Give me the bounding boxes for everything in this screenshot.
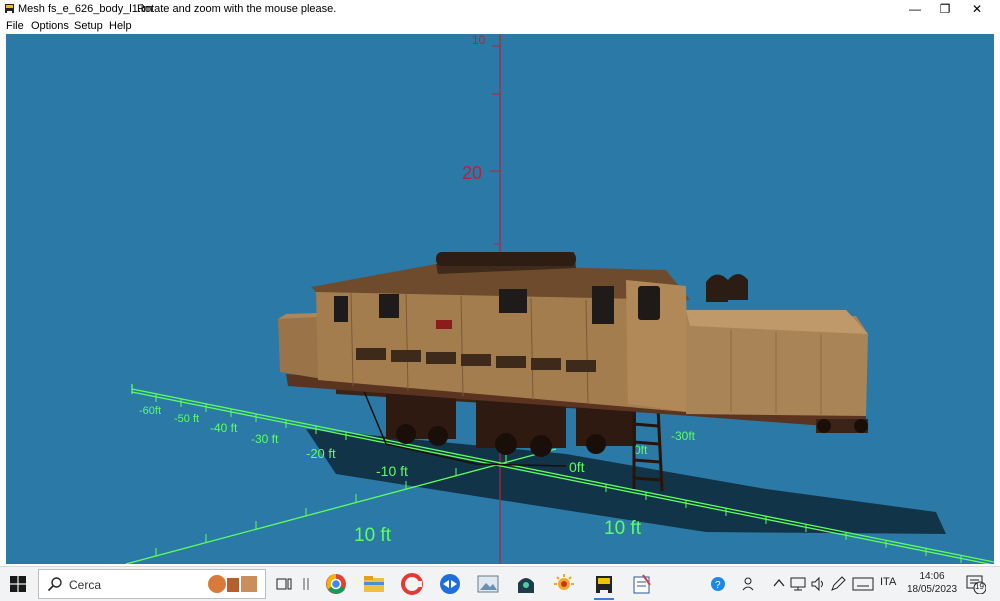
notifications-count: 19 (975, 582, 984, 591)
train-app-taskbar-icon[interactable] (590, 570, 618, 600)
clock-date: 18/05/2023 (906, 584, 958, 595)
close-button[interactable]: ✕ (960, 0, 994, 18)
search-highlight-icon (208, 575, 257, 593)
search-icon (47, 577, 62, 592)
search-placeholder: Cerca (69, 578, 102, 592)
vertical-axis-label-20: 20 (462, 163, 482, 183)
mesh-scene: 20 10 -60ft -50 ft -40 ft -30 ft -20 ft … (125, 34, 994, 564)
chevron-up-icon[interactable] (773, 578, 785, 588)
menu-setup[interactable]: Setup (74, 20, 103, 32)
pen-icon[interactable] (830, 576, 846, 592)
volume-icon[interactable] (810, 576, 826, 592)
ruler-label-right-minus30: -30ft (671, 429, 696, 443)
taskbar-search-box[interactable]: Cerca (38, 569, 266, 599)
viewer-app-icon[interactable] (512, 570, 540, 598)
ruler-big-label-left: 10 ft (354, 525, 392, 546)
notifications-button[interactable]: 19 (966, 574, 987, 595)
clock-time: 14:06 (919, 571, 945, 582)
network-icon[interactable] (790, 576, 806, 592)
help-icon[interactable]: ? (710, 576, 726, 592)
taskbar: Cerca ? ITA 14:06 18/05/2023 19 (0, 566, 1000, 601)
window-hint: Rotate and zoom with the mouse please. (137, 3, 337, 15)
file-explorer-icon[interactable] (360, 570, 388, 598)
menu-help[interactable]: Help (109, 20, 132, 32)
remote-app-icon[interactable] (436, 570, 464, 598)
ruler-label-zero: 0ft (569, 459, 585, 475)
title-bar: Mesh fs_e_626_body_l1.im Rotate and zoom… (0, 0, 1000, 18)
ruler-big-label-right: 10 ft (604, 518, 642, 539)
svg-text:?: ? (715, 580, 721, 591)
chrome-icon[interactable] (322, 570, 350, 598)
magnifier-app-icon[interactable] (550, 570, 578, 598)
language-indicator[interactable]: ITA (880, 576, 896, 588)
window-title: Mesh fs_e_626_body_l1.im (18, 3, 153, 15)
mesh-viewport[interactable]: 20 10 -60ft -50 ft -40 ft -30 ft -20 ft … (6, 34, 994, 564)
ruler-label-minus10: -10 ft (376, 463, 408, 479)
ruler-label-minus50: -50 ft (174, 413, 199, 425)
ruler-label-minus60: -60ft (139, 405, 161, 417)
vertical-axis-label-10: 10 (472, 34, 486, 47)
menu-bar: File Options Setup Help (0, 18, 1000, 34)
train-app-icon (5, 4, 14, 13)
ruler-label-right-zero: 0ft (634, 443, 648, 457)
ccleaner-icon[interactable] (398, 570, 426, 598)
menu-file[interactable]: File (6, 20, 24, 32)
clock[interactable]: 14:06 18/05/2023 (904, 570, 960, 596)
photos-app-icon[interactable] (474, 570, 502, 598)
minimize-button[interactable]: — (898, 0, 932, 18)
ruler-label-minus30: -30 ft (251, 432, 279, 446)
ruler-label-minus40: -40 ft (210, 421, 238, 435)
ruler-label-minus20: -20 ft (306, 446, 336, 461)
notepad-app-icon[interactable] (628, 570, 656, 598)
pinned-divider-icon (292, 570, 320, 598)
maximize-button[interactable]: ❐ (928, 0, 962, 18)
people-icon[interactable] (742, 576, 758, 592)
touch-keyboard-icon[interactable] (852, 575, 874, 593)
menu-options[interactable]: Options (31, 20, 69, 32)
windows-start-icon[interactable] (10, 576, 26, 592)
